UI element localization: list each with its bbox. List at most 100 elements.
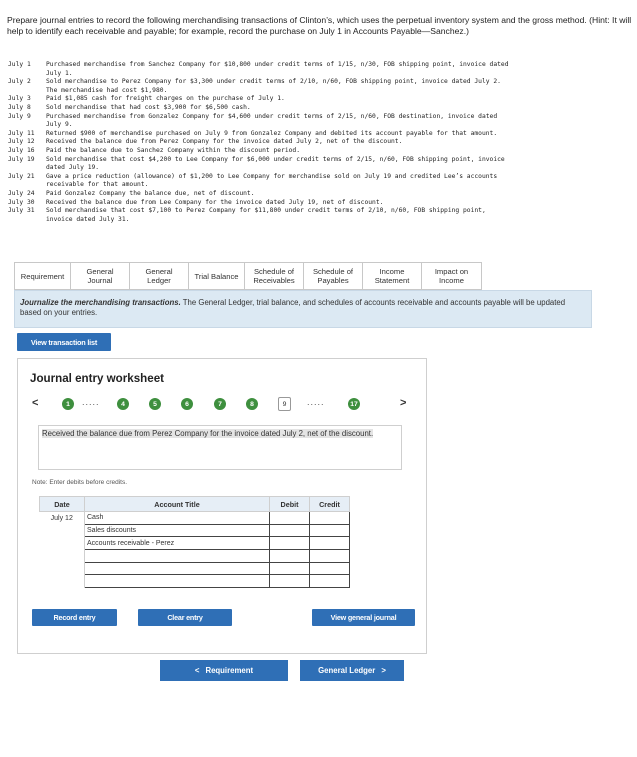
transaction-text: Sold merchandise to Perez Company for $3… bbox=[46, 78, 633, 95]
transaction-text: Purchased merchandise from Gonzalez Comp… bbox=[46, 113, 633, 130]
transaction-row: July 24 Paid Gonzalez Company the balance… bbox=[8, 190, 633, 199]
transaction-text-line: Paid Gonzalez Company the balance due, n… bbox=[46, 189, 255, 197]
table-row: Sales discounts bbox=[39, 523, 350, 538]
account-input[interactable] bbox=[84, 574, 270, 589]
transaction-date: July 19 bbox=[8, 155, 35, 163]
prev-requirement-button[interactable]: < Requirement bbox=[160, 660, 288, 681]
tab-general-ledger[interactable]: General Ledger bbox=[129, 262, 188, 290]
entry-step-7[interactable]: 7 bbox=[214, 398, 226, 410]
row-date bbox=[39, 549, 85, 563]
step-ellipsis-right: ..... bbox=[307, 397, 325, 407]
transaction-text-line: Sold merchandise that cost $4,200 to Lee… bbox=[46, 155, 505, 163]
entry-description: Received the balance due from Perez Comp… bbox=[38, 425, 402, 470]
transaction-text: Paid Gonzalez Company the balance due, n… bbox=[46, 190, 633, 199]
transaction-row: July 3 Paid $1,085 cash for freight charg… bbox=[8, 95, 633, 104]
clear-entry-button[interactable]: Clear entry bbox=[138, 609, 232, 626]
tab-schedule-of-payables[interactable]: Schedule of Payables bbox=[303, 262, 362, 290]
credit-header: Credit bbox=[309, 496, 350, 512]
entry-step-1[interactable]: 1 bbox=[62, 398, 74, 410]
transaction-text: Sold merchandise that cost $4,200 to Lee… bbox=[46, 156, 633, 173]
credit-input[interactable] bbox=[309, 511, 350, 525]
tab-schedule-of-receivables[interactable]: Schedule of Receivables bbox=[244, 262, 303, 290]
transaction-text: Sold merchandise that had cost $3,900 fo… bbox=[46, 104, 633, 113]
transaction-list: July 1 Purchased merchandise from Sanchez… bbox=[8, 61, 633, 224]
debit-input[interactable] bbox=[269, 511, 310, 525]
entry-description-text: Received the balance due from Perez Comp… bbox=[42, 429, 374, 438]
tab-income-statement[interactable]: Income Statement bbox=[362, 262, 421, 290]
entry-step-17[interactable]: 17 bbox=[348, 398, 360, 410]
table-row bbox=[39, 561, 350, 576]
row-date bbox=[39, 524, 85, 537]
tab-requirement[interactable]: Requirement bbox=[14, 262, 70, 290]
next-general-ledger-label: General Ledger bbox=[318, 666, 376, 675]
transaction-row: July 31 Sold merchandise that cost $7,100… bbox=[8, 207, 633, 224]
tab-trial-balance[interactable]: Trial Balance bbox=[188, 262, 244, 290]
transaction-row: July 12 Received the balance due from Per… bbox=[8, 138, 633, 147]
debit-input[interactable] bbox=[269, 574, 310, 589]
account-input[interactable]: Cash bbox=[84, 511, 270, 525]
transaction-text: Paid $1,085 cash for freight charges on … bbox=[46, 95, 633, 104]
view-general-journal-button[interactable]: View general journal bbox=[312, 609, 415, 626]
entry-step-6[interactable]: 6 bbox=[181, 398, 193, 410]
row-date bbox=[39, 562, 85, 575]
worksheet-title: Journal entry worksheet bbox=[30, 372, 165, 385]
transaction-text-line: Paid the balance due to Sanchez Company … bbox=[46, 146, 301, 154]
chevron-right-icon: > bbox=[381, 666, 386, 675]
transaction-text-continued: invoice dated July 31. bbox=[46, 215, 130, 223]
date-header: Date bbox=[39, 496, 85, 512]
transaction-row: July 30 Received the balance due from Lee… bbox=[8, 199, 633, 208]
transaction-date: July 8 bbox=[8, 103, 31, 111]
transaction-text-continued: July 9. bbox=[46, 121, 73, 129]
next-general-ledger-button[interactable]: General Ledger > bbox=[300, 660, 404, 681]
account-title-header: Account Title bbox=[84, 496, 270, 512]
credit-input[interactable] bbox=[309, 549, 350, 563]
transaction-text: Paid the balance due to Sanchez Company … bbox=[46, 147, 633, 156]
debit-input[interactable] bbox=[269, 549, 310, 563]
step-ellipsis-left: ..... bbox=[82, 397, 100, 407]
transaction-row: July 9 Purchased merchandise from Gonzale… bbox=[8, 113, 633, 130]
account-input[interactable]: Sales discounts bbox=[84, 523, 270, 538]
entry-step-9-current[interactable]: 9 bbox=[278, 397, 291, 411]
transaction-text-line: Sold merchandise that had cost $3,900 fo… bbox=[46, 103, 251, 111]
transaction-date: July 12 bbox=[8, 138, 35, 146]
table-row: Accounts receivable - Perez bbox=[39, 536, 350, 551]
account-input[interactable]: Accounts receivable - Perez bbox=[84, 536, 270, 551]
transaction-text-continued: receivable for that amount. bbox=[46, 181, 149, 189]
record-entry-button[interactable]: Record entry bbox=[32, 609, 117, 626]
entry-step-4[interactable]: 4 bbox=[117, 398, 129, 410]
row-date: July 12 bbox=[39, 511, 85, 525]
transaction-text: Sold merchandise that cost $7,100 to Per… bbox=[46, 207, 633, 224]
transaction-row: July 11 Returned $900 of merchandise purc… bbox=[8, 130, 633, 139]
requirement-tabs: Requirement General Journal General Ledg… bbox=[14, 262, 482, 290]
transaction-date: July 3 bbox=[8, 95, 31, 103]
next-entry-arrow[interactable]: > bbox=[400, 397, 406, 409]
debit-input[interactable] bbox=[269, 523, 310, 538]
transaction-row: July 8 Sold merchandise that had cost $3,… bbox=[8, 104, 633, 113]
credit-input[interactable] bbox=[309, 574, 350, 589]
prev-entry-arrow[interactable]: < bbox=[32, 397, 38, 409]
entry-step-8[interactable]: 8 bbox=[246, 398, 258, 410]
tab-impact-on-income[interactable]: Impact on Income bbox=[421, 262, 482, 290]
transaction-text-line: Sold merchandise that cost $7,100 to Per… bbox=[46, 207, 486, 215]
credit-input[interactable] bbox=[309, 561, 350, 576]
transaction-row: July 19 Sold merchandise that cost $4,200… bbox=[8, 156, 633, 173]
table-row bbox=[39, 549, 350, 563]
entry-step-5[interactable]: 5 bbox=[149, 398, 161, 410]
debit-input[interactable] bbox=[269, 561, 310, 576]
view-transaction-list-button[interactable]: View transaction list bbox=[17, 333, 111, 351]
credit-input[interactable] bbox=[309, 523, 350, 538]
account-input[interactable] bbox=[84, 549, 270, 563]
credit-input[interactable] bbox=[309, 536, 350, 551]
chevron-left-icon: < bbox=[194, 666, 200, 675]
table-row bbox=[39, 574, 350, 589]
transaction-text: Gave a price reduction (allowance) of $1… bbox=[46, 173, 633, 190]
transaction-date: July 24 bbox=[8, 189, 35, 197]
account-input[interactable] bbox=[84, 561, 270, 576]
transaction-date: July 16 bbox=[8, 146, 35, 154]
tab-general-journal[interactable]: General Journal bbox=[70, 262, 129, 290]
transaction-text-line: Returned $900 of merchandise purchased o… bbox=[46, 129, 498, 137]
debit-input[interactable] bbox=[269, 536, 310, 551]
transaction-row: July 21 Gave a price reduction (allowance… bbox=[8, 173, 633, 190]
transaction-text-continued: The merchandise had cost $1,980. bbox=[46, 86, 168, 94]
transaction-date: July 9 bbox=[8, 112, 31, 120]
